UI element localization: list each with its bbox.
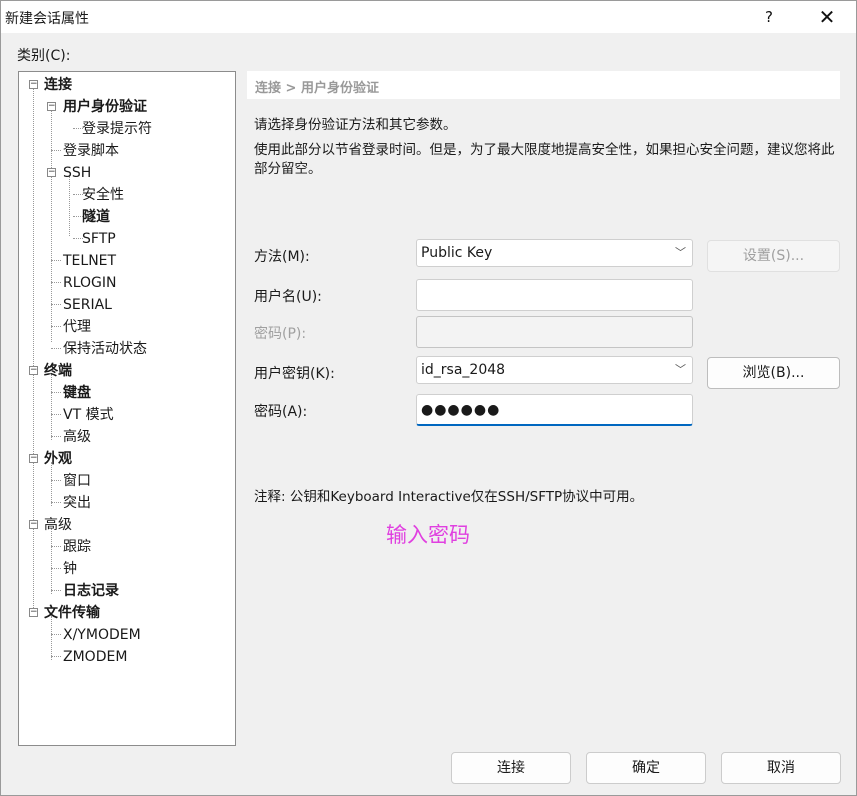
tree-item-bell[interactable]: 钟 xyxy=(63,558,77,580)
tree-item-terminal[interactable]: 终端 xyxy=(44,360,72,382)
note-text: 注释: 公钥和Keyboard Interactive仅在SSH/SFTP协议中… xyxy=(254,489,644,505)
tree-connector xyxy=(51,326,61,327)
collapse-icon[interactable]: − xyxy=(29,454,38,463)
tree-item-sftp[interactable]: SFTP xyxy=(82,228,116,250)
tree-item-zmodem[interactable]: ZMODEM xyxy=(63,646,127,668)
hint-annotation: 输入密码 xyxy=(386,523,470,547)
tree-connector xyxy=(51,374,52,440)
tree-connector xyxy=(33,88,34,616)
window-title: 新建会话属性 xyxy=(5,11,89,27)
panel-description: 请选择身份验证方法和其它参数。 xyxy=(254,117,457,133)
close-button[interactable]: ✕ xyxy=(805,1,849,33)
username-input[interactable] xyxy=(416,279,693,311)
passphrase-label: 密码(A): xyxy=(254,404,308,420)
collapse-icon[interactable]: − xyxy=(29,366,38,375)
tree-connector xyxy=(51,348,61,349)
tree-item-tunneling[interactable]: 隧道 xyxy=(82,206,110,228)
tree-item-security[interactable]: 安全性 xyxy=(82,184,124,206)
panel-description-detail: 使用此部分以节省登录时间。但是，为了最大限度地提高安全性，如果担心安全问题，建议… xyxy=(254,142,835,177)
tree-item-telnet[interactable]: TELNET xyxy=(63,250,116,272)
tree-connector xyxy=(51,392,61,393)
password-input[interactable] xyxy=(416,316,693,348)
tree-item-keyboard[interactable]: 键盘 xyxy=(63,382,91,404)
tree-item-connection[interactable]: 连接 xyxy=(44,74,72,96)
tree-connector xyxy=(51,260,61,261)
tree-connector xyxy=(51,436,61,437)
tree-connector xyxy=(51,480,61,481)
session-properties-dialog: 新建会话属性 ? ✕ 类别(C): − − − − − − − 连接 用户身份验… xyxy=(0,0,857,796)
method-select[interactable]: Public Key ﹀ xyxy=(416,239,693,267)
tree-item-serial[interactable]: SERIAL xyxy=(63,294,112,316)
tree-item-ssh[interactable]: SSH xyxy=(63,162,91,184)
tree-connector xyxy=(51,414,61,415)
tree-connector xyxy=(51,110,52,342)
tree-item-window[interactable]: 窗口 xyxy=(63,470,91,492)
tree-item-proxy[interactable]: 代理 xyxy=(63,316,91,338)
passphrase-input[interactable]: ●●●●●● xyxy=(416,394,693,426)
tree-item-login-prompts[interactable]: 登录提示符 xyxy=(82,118,152,140)
method-value: Public Key xyxy=(421,245,493,261)
title-bar: 新建会话属性 ? ✕ xyxy=(1,1,856,33)
tree-item-logging[interactable]: 日志记录 xyxy=(63,580,119,602)
cancel-button[interactable]: 取消 xyxy=(721,752,841,784)
passphrase-value: ●●●●●● xyxy=(421,402,501,418)
connect-button[interactable]: 连接 xyxy=(451,752,571,784)
panel-header: 连接 > 用户身份验证 xyxy=(247,71,840,99)
ok-button[interactable]: 确定 xyxy=(586,752,706,784)
tree-connector xyxy=(51,502,61,503)
tree-connector xyxy=(51,282,61,283)
tree-item-keep-alive[interactable]: 保持活动状态 xyxy=(63,338,147,360)
username-label: 用户名(U): xyxy=(254,289,322,305)
tree-connector xyxy=(51,568,61,569)
collapse-icon[interactable]: − xyxy=(47,102,56,111)
collapse-icon[interactable]: − xyxy=(29,608,38,617)
tree-item-advanced[interactable]: 高级 xyxy=(44,514,72,536)
category-tree[interactable]: − − − − − − − 连接 用户身份验证 登录提示符 登录脚本 SSH 安… xyxy=(18,71,236,746)
tree-connector xyxy=(51,590,61,591)
collapse-icon[interactable]: − xyxy=(29,80,38,89)
tree-connector xyxy=(51,634,61,635)
tree-item-xymodem[interactable]: X/YMODEM xyxy=(63,624,141,646)
user-key-select[interactable]: id_rsa_2048 ﹀ xyxy=(416,356,693,384)
chevron-down-icon: ﹀ xyxy=(675,363,686,376)
settings-button[interactable]: 设置(S)... xyxy=(707,240,840,272)
browse-button[interactable]: 浏览(B)... xyxy=(707,357,840,389)
tree-item-login-script[interactable]: 登录脚本 xyxy=(63,140,119,162)
tree-connector xyxy=(51,304,61,305)
tree-connector xyxy=(51,150,61,151)
user-key-value: id_rsa_2048 xyxy=(421,362,506,378)
tree-connector xyxy=(69,176,70,236)
help-button[interactable]: ? xyxy=(747,1,791,33)
password-label: 密码(P): xyxy=(254,326,307,342)
user-key-label: 用户密钥(K): xyxy=(254,366,335,382)
tree-item-highlight[interactable]: 突出 xyxy=(63,492,91,514)
breadcrumb: 连接 > 用户身份验证 xyxy=(255,81,379,96)
chevron-down-icon: ﹀ xyxy=(675,246,686,259)
tree-connector xyxy=(51,656,61,657)
method-label: 方法(M): xyxy=(254,249,310,265)
tree-connector xyxy=(51,528,52,594)
tree-item-trace[interactable]: 跟踪 xyxy=(63,536,91,558)
tree-item-user-auth[interactable]: 用户身份验证 xyxy=(63,96,147,118)
category-label: 类别(C): xyxy=(17,48,71,64)
collapse-icon[interactable]: − xyxy=(47,168,56,177)
tree-item-vt-mode[interactable]: VT 模式 xyxy=(63,404,114,426)
tree-item-file-transfer[interactable]: 文件传输 xyxy=(44,602,100,624)
tree-item-rlogin[interactable]: RLOGIN xyxy=(63,272,117,294)
tree-item-terminal-advanced[interactable]: 高级 xyxy=(63,426,91,448)
tree-connector xyxy=(51,546,61,547)
collapse-icon[interactable]: − xyxy=(29,520,38,529)
tree-item-appearance[interactable]: 外观 xyxy=(44,448,72,470)
